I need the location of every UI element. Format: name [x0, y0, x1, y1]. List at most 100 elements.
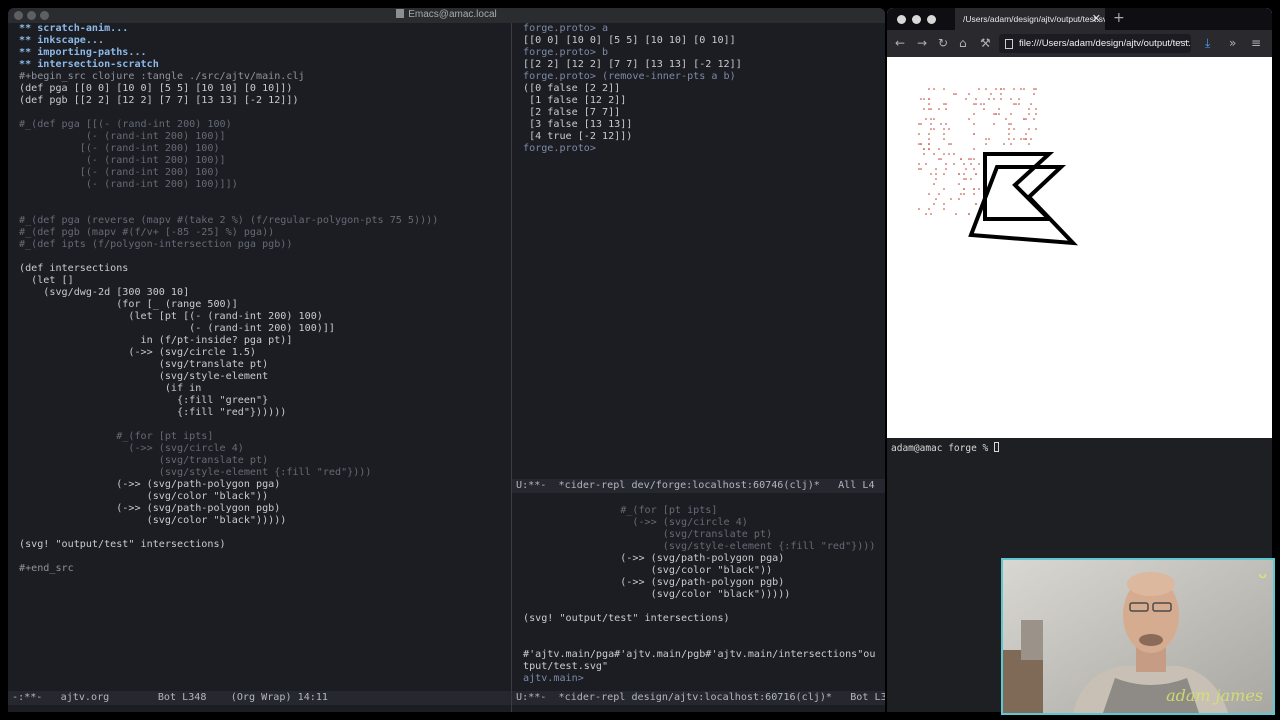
point-mark	[1018, 103, 1020, 105]
point-mark	[1028, 143, 1030, 145]
code-line: (->> (svg/path-polygon pgb)	[19, 503, 281, 514]
point-mark	[928, 108, 930, 110]
code-line: (- (rand-int 200) 100)]	[19, 155, 226, 166]
cider-repl-design-ajtv[interactable]: #_(for [pt ipts] (->> (svg/circle 4) (sv…	[523, 493, 883, 691]
forward-icon[interactable]: →	[917, 36, 927, 50]
tab-title: /Users/adam/design/ajtv/output/test.svg	[963, 14, 1105, 24]
code-line: #_(for [pt ipts]	[523, 505, 718, 516]
point-mark	[965, 98, 967, 100]
point-mark	[1023, 118, 1025, 120]
point-mark	[943, 153, 945, 155]
code-line: [3 false [13 13]]	[523, 119, 633, 130]
point-mark	[928, 148, 930, 150]
prompt-text: adam@amac forge %	[891, 443, 994, 454]
webcam-overlay: ᴗ adam james	[1001, 558, 1275, 715]
new-tab-icon[interactable]: +	[1113, 10, 1125, 26]
point-mark	[973, 133, 975, 135]
url-bar[interactable]: file:///Users/adam/design/ajtv/output/te…	[999, 34, 1191, 53]
code-line: (->> (svg/circle 4)	[19, 443, 244, 454]
repl-bottom-modeline: U:**- *cider-repl design/ajtv:localhost:…	[512, 691, 885, 705]
point-mark	[950, 198, 952, 200]
code-line: (svg/translate pt)	[19, 455, 269, 466]
point-mark	[945, 168, 947, 170]
point-mark	[940, 123, 942, 125]
home-icon[interactable]: ⌂	[959, 36, 967, 50]
cider-repl-dev-forge[interactable]: forge.proto> a [[0 0] [10 0] [5 5] [10 10…	[523, 23, 883, 479]
point-mark	[968, 93, 970, 95]
point-mark	[1013, 128, 1015, 130]
point-mark	[953, 163, 955, 165]
code-line: [[2 2] [12 2] [7 7] [13 13] [-2 12]]	[523, 59, 742, 70]
point-mark	[973, 188, 975, 190]
point-mark	[1035, 108, 1037, 110]
code-line: (->> (svg/circle 4)	[523, 517, 748, 528]
point-mark	[1000, 98, 1002, 100]
code-line: (- (rand-int 200) 100)]	[19, 131, 226, 142]
org-buffer[interactable]: ** scratch-anim... ** inkscape... ** impor…	[19, 23, 509, 691]
point-mark	[1000, 93, 1002, 95]
zoom-window-button[interactable]	[927, 15, 936, 24]
svg-viewport	[887, 57, 1272, 438]
point-mark	[1003, 143, 1005, 145]
point-mark	[945, 103, 947, 105]
point-mark	[918, 168, 920, 170]
point-mark	[988, 98, 990, 100]
point-mark	[985, 88, 987, 90]
point-mark	[970, 163, 972, 165]
customize-icon[interactable]: ⚒	[980, 36, 991, 50]
point-mark	[1025, 138, 1027, 140]
point-mark	[978, 163, 980, 165]
point-mark	[943, 173, 945, 175]
point-mark	[1010, 98, 1012, 100]
code-line: (svg/color "black"))	[523, 565, 773, 576]
point-mark	[943, 128, 945, 130]
point-mark	[1035, 88, 1037, 90]
point-mark	[1030, 138, 1032, 140]
test-svg-drawing	[918, 88, 1079, 246]
point-mark	[955, 93, 957, 95]
overflow-icon[interactable]: »	[1229, 36, 1236, 50]
point-mark	[973, 123, 975, 125]
close-window-button[interactable]	[897, 15, 906, 24]
reload-icon[interactable]: ↻	[938, 36, 948, 50]
tab-test-svg[interactable]: /Users/adam/design/ajtv/output/test.svg …	[955, 8, 1105, 30]
back-icon[interactable]: ←	[895, 36, 905, 50]
point-mark	[938, 108, 940, 110]
point-mark	[928, 143, 930, 145]
code-line: forge.proto>	[523, 143, 603, 154]
menu-icon[interactable]: ≡	[1251, 36, 1261, 50]
point-mark	[970, 158, 972, 160]
point-mark	[1008, 133, 1010, 135]
point-mark	[1020, 138, 1022, 140]
code-line: (svg! "output/test" intersections)	[523, 613, 730, 624]
point-mark	[1028, 128, 1030, 130]
code-line: (def pgb [[2 2] [12 2] [7 7] [13 13] [-2…	[19, 95, 299, 106]
code-line: {:fill "green"}	[19, 395, 269, 406]
point-mark	[1033, 118, 1035, 120]
point-mark	[953, 153, 955, 155]
point-mark	[928, 103, 930, 105]
point-mark	[935, 178, 937, 180]
point-mark	[960, 193, 962, 195]
code-line: [(- (rand-int 200) 100)	[19, 143, 220, 154]
point-mark	[930, 213, 932, 215]
point-mark	[1008, 123, 1010, 125]
point-mark	[1025, 118, 1027, 120]
point-mark	[943, 133, 945, 135]
download-icon[interactable]: ⤓	[1205, 36, 1210, 51]
minimize-window-button[interactable]	[912, 15, 921, 24]
point-mark	[923, 108, 925, 110]
point-mark	[985, 143, 987, 145]
point-mark	[1020, 88, 1022, 90]
point-mark	[963, 173, 965, 175]
code-line: ** scratch-anim...	[19, 23, 129, 34]
page-actions-icon[interactable]: ···	[1179, 35, 1190, 49]
window-divider[interactable]	[511, 23, 512, 712]
point-mark	[943, 208, 945, 210]
close-tab-icon[interactable]: ✕	[1092, 8, 1101, 30]
point-mark	[918, 208, 920, 210]
random-points	[918, 88, 1037, 215]
